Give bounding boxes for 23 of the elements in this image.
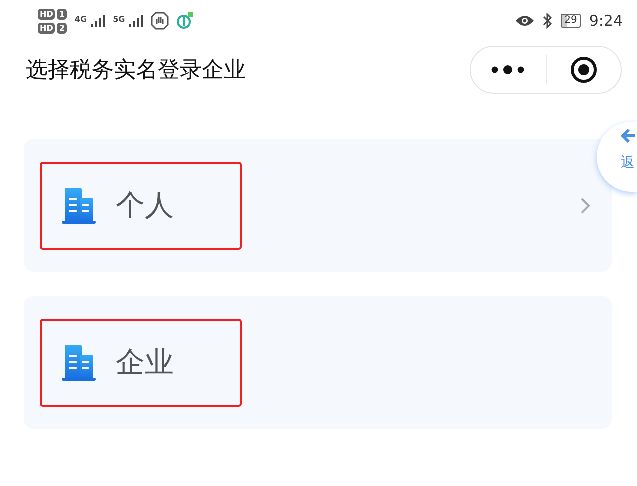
network-type: 4G [74,15,88,24]
sim-slot: 1 [57,8,67,20]
back-label: 返 [621,155,635,171]
bluetooth-icon [542,13,553,29]
building-icon [62,344,96,380]
arrow-left-icon [621,128,635,144]
option-label: 企业 [116,344,174,381]
option-card[interactable]: 个人 [24,139,612,272]
option-label: 个人 [116,186,174,224]
status-time: 9:24 [589,10,623,32]
sim-badge: HD [38,22,56,34]
building-icon [62,188,96,224]
eye-icon [514,15,535,27]
option-card[interactable]: 企业 [24,296,612,429]
network-type: 5G [113,15,126,24]
more-icon[interactable] [491,65,526,75]
sim-slot: 2 [57,22,67,34]
signal-icon [91,15,106,27]
chevron-right-icon [581,198,590,214]
signal-icon [129,15,144,27]
battery-level: 29 [560,14,582,28]
page-title: 选择税务实名登录企业 [26,56,246,84]
sim-badge: HD [38,8,56,20]
